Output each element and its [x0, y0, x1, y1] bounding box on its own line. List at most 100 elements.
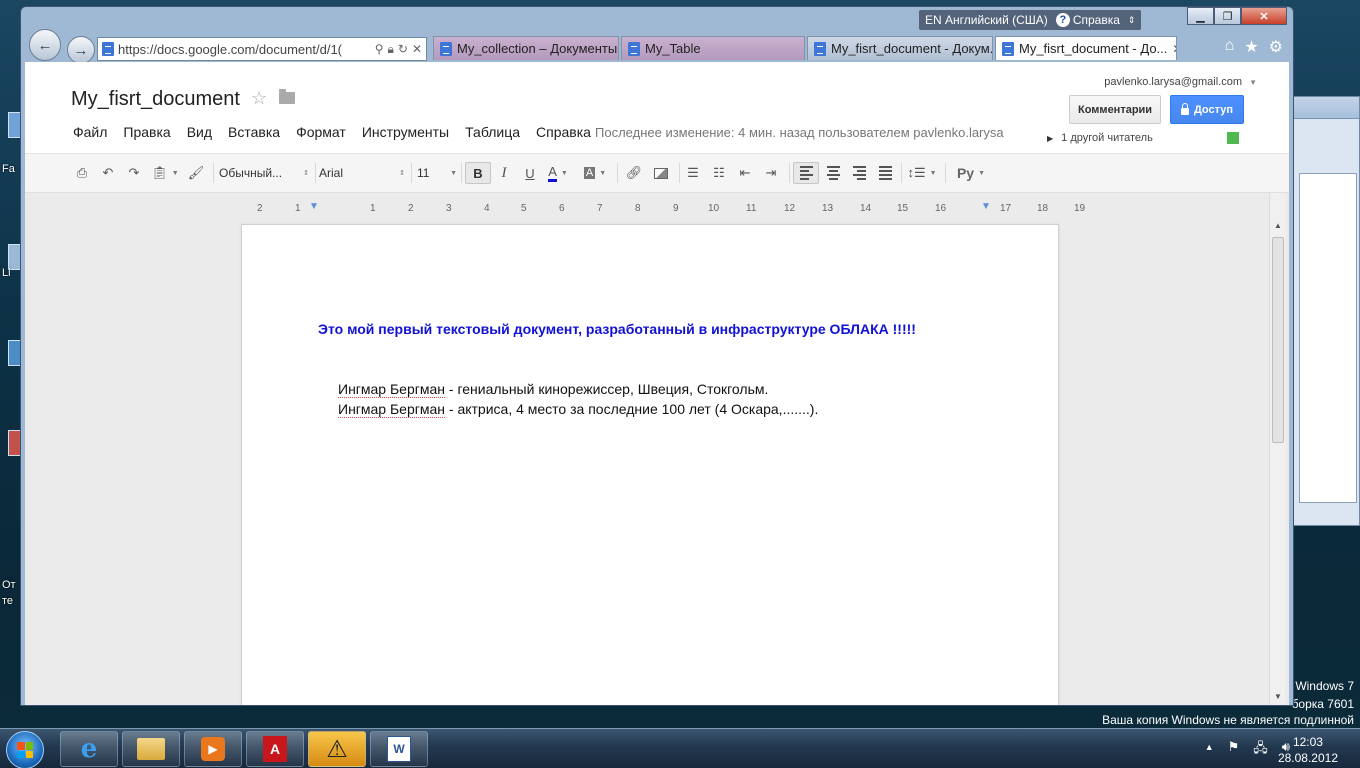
- minimize-button[interactable]: ▁: [1187, 7, 1214, 25]
- windows-logo-icon: [17, 742, 33, 758]
- close-button[interactable]: ✕: [1241, 7, 1287, 25]
- bulleted-list-button[interactable]: ☷: [709, 162, 729, 184]
- star-icon[interactable]: ☆: [251, 88, 267, 109]
- refresh-icon[interactable]: ↻: [398, 42, 408, 57]
- address-bar[interactable]: https://docs.google.com/document/d/1( ⚲ …: [97, 37, 427, 61]
- right-indent-marker-icon[interactable]: ▼: [981, 201, 991, 212]
- italic-button[interactable]: I: [495, 162, 513, 184]
- paste-button[interactable]: 📋︎ ▼: [151, 162, 179, 184]
- clock-time: 12:03: [1292, 735, 1323, 749]
- document-paragraph[interactable]: Ингмар Бергман - гениальный кинорежиссер…: [338, 381, 768, 398]
- font-size-select[interactable]: 11 ▼: [417, 162, 457, 184]
- show-hidden-icons-icon[interactable]: ▲: [1205, 742, 1214, 761]
- stop-icon[interactable]: ✕: [412, 42, 422, 57]
- browser-tab[interactable]: My_collection – Документы...: [433, 36, 619, 60]
- tab-label: My_fisrt_document - Докум...: [831, 41, 993, 56]
- text-color-button[interactable]: A ▼: [543, 162, 573, 184]
- start-button[interactable]: [6, 731, 44, 768]
- lock-icon[interactable]: 🔒︎: [387, 42, 393, 57]
- home-icon[interactable]: ⌂: [1225, 37, 1235, 57]
- decrease-indent-button[interactable]: ⇤: [735, 162, 755, 184]
- language-bar[interactable]: EN Английский (США) ? Справка ⇕: [919, 10, 1142, 30]
- address-url[interactable]: https://docs.google.com/document/d/1(: [118, 42, 371, 57]
- print-button[interactable]: ⎙: [73, 162, 91, 184]
- viewers-indicator[interactable]: ▶ 1 другой читатель: [1047, 132, 1153, 144]
- scroll-down-icon[interactable]: ▼: [1274, 692, 1282, 701]
- vertical-scrollbar[interactable]: ▲ ▼: [1269, 193, 1285, 705]
- indent-marker-icon[interactable]: ▼: [309, 201, 319, 212]
- chevron-down-icon: ▼: [1249, 78, 1257, 87]
- background-window[interactable]: [1292, 96, 1360, 526]
- document-page[interactable]: Это мой первый текстовый документ, разра…: [241, 224, 1059, 705]
- settings-gear-icon[interactable]: ⚙: [1269, 37, 1283, 57]
- print-icon: ⎙: [76, 165, 88, 180]
- font-select[interactable]: Arial ⇕: [319, 162, 405, 184]
- highlight-color-button[interactable]: A ▼: [579, 162, 611, 184]
- menu-edit[interactable]: Правка: [123, 124, 170, 140]
- menu-format[interactable]: Формат: [296, 124, 346, 140]
- account-email[interactable]: pavlenko.larysa@gmail.com ▼: [1104, 76, 1257, 88]
- increase-indent-button[interactable]: ⇥: [761, 162, 781, 184]
- ruler[interactable]: 2 1 ▼ 1 2 3 4 5 6 7 8 9 10 11 12 13 14 1…: [240, 201, 1085, 217]
- comments-button[interactable]: Комментарии: [1069, 95, 1162, 124]
- redo-button[interactable]: ↷: [125, 162, 143, 184]
- forward-button[interactable]: →: [67, 36, 95, 64]
- help-link[interactable]: ? Справка: [1055, 13, 1120, 27]
- taskbar-warning-app[interactable]: ⚠: [308, 731, 366, 767]
- undo-icon: ↶: [102, 165, 114, 180]
- menu-insert[interactable]: Вставка: [228, 124, 280, 140]
- favorites-star-icon[interactable]: ★: [1244, 37, 1258, 57]
- scrollbar-thumb[interactable]: [1272, 237, 1284, 443]
- back-button[interactable]: ←: [29, 29, 61, 61]
- document-title[interactable]: My_fisrt_document: [71, 88, 240, 111]
- document-paragraph[interactable]: Ингмар Бергман - актриса, 4 место за пос…: [338, 401, 818, 418]
- folder-icon[interactable]: [279, 89, 295, 104]
- background-window-titlebar[interactable]: [1293, 97, 1359, 119]
- action-center-flag-icon[interactable]: ⚑: [1228, 739, 1240, 761]
- insert-image-button[interactable]: [651, 162, 671, 184]
- taskbar-media-player[interactable]: ▶: [184, 731, 242, 767]
- align-center-button[interactable]: [823, 162, 843, 184]
- menu-view[interactable]: Вид: [187, 124, 212, 140]
- line-spacing-button[interactable]: ↕☰ ▼: [905, 162, 939, 184]
- misspelled-word[interactable]: Ингмар Бергман: [338, 381, 445, 398]
- underline-button[interactable]: U: [521, 162, 539, 184]
- tab-close-icon[interactable]: ✕: [1172, 42, 1176, 56]
- browser-tab[interactable]: My_fisrt_document - Докум...: [807, 36, 993, 60]
- style-select[interactable]: Обычный... ⇕: [219, 162, 309, 184]
- align-left-button[interactable]: [793, 162, 819, 184]
- search-icon[interactable]: ⚲: [375, 42, 384, 57]
- menu-file[interactable]: Файл: [73, 124, 107, 140]
- insert-link-button[interactable]: 🔗︎: [623, 162, 645, 184]
- input-tools-button[interactable]: Ру ▼: [955, 162, 987, 184]
- align-right-button[interactable]: [849, 162, 869, 184]
- desktop-label: Fa: [2, 163, 15, 175]
- language-bar-options-icon[interactable]: ⇕: [1128, 15, 1136, 26]
- taskbar-explorer[interactable]: [122, 731, 180, 767]
- share-button[interactable]: Доступ: [1170, 95, 1244, 124]
- word-icon: W: [387, 736, 411, 762]
- language-indicator[interactable]: EN Английский (США): [925, 13, 1048, 27]
- bold-button[interactable]: B: [465, 162, 491, 184]
- menu-tools[interactable]: Инструменты: [362, 124, 449, 140]
- taskbar-acrobat[interactable]: A: [246, 731, 304, 767]
- maximize-button[interactable]: ❐: [1214, 7, 1241, 25]
- paint-format-button[interactable]: 🖌︎: [187, 162, 205, 184]
- network-icon[interactable]: 🖧︎: [1253, 739, 1268, 761]
- browser-tab[interactable]: My_Table: [621, 36, 805, 60]
- justify-button[interactable]: [875, 162, 895, 184]
- document-heading[interactable]: Это мой первый текстовый документ, разра…: [318, 321, 916, 337]
- taskbar-word[interactable]: W: [370, 731, 428, 767]
- ruler-number: 1: [295, 203, 301, 214]
- scroll-up-icon[interactable]: ▲: [1274, 221, 1282, 230]
- numbered-list-button[interactable]: ☰: [683, 162, 703, 184]
- last-edit-status[interactable]: Последнее изменение: 4 мин. назад пользо…: [595, 125, 1004, 140]
- system-clock[interactable]: 12:03 28.08.2012: [1278, 734, 1338, 766]
- browser-tab-active[interactable]: My_fisrt_document - До... ✕: [995, 36, 1177, 60]
- taskbar-internet-explorer[interactable]: e: [60, 731, 118, 767]
- menu-table[interactable]: Таблица: [465, 124, 520, 140]
- undo-button[interactable]: ↶: [99, 162, 117, 184]
- window-titlebar[interactable]: EN Английский (США) ? Справка ⇕ ▁ ❐ ✕: [21, 7, 1293, 33]
- misspelled-word[interactable]: Ингмар Бергман: [338, 401, 445, 418]
- menu-help[interactable]: Справка: [536, 124, 591, 140]
